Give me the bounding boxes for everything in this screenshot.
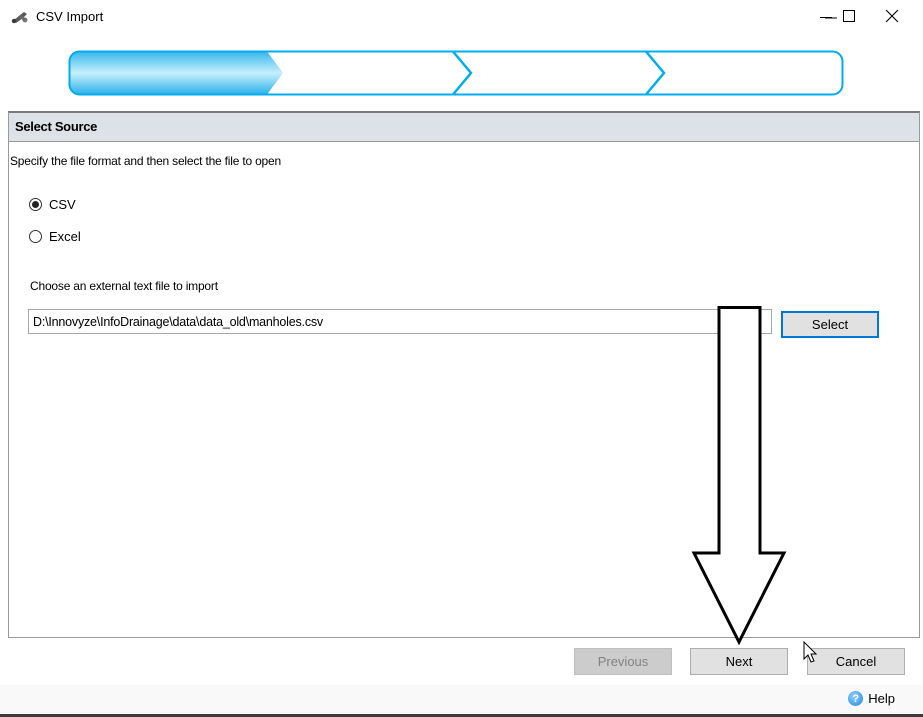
close-icon xyxy=(885,9,899,23)
wizard-step-divider-1 xyxy=(452,50,473,96)
maximize-button[interactable] xyxy=(826,0,872,32)
section-title: Select Source xyxy=(9,113,919,142)
help-link[interactable]: ? Help xyxy=(848,691,895,706)
next-button[interactable]: Next xyxy=(690,648,788,675)
wizard-step-divider-2 xyxy=(645,50,666,96)
help-label: Help xyxy=(868,691,895,706)
radio-excel[interactable]: Excel xyxy=(29,229,81,244)
file-path-input[interactable] xyxy=(28,309,772,334)
wizard-progress-stepper xyxy=(68,50,844,96)
file-chooser-label: Choose an external text file to import xyxy=(30,279,218,293)
select-source-panel: Select Source Specify the file format an… xyxy=(8,111,920,638)
select-file-button[interactable]: Select xyxy=(781,311,879,338)
wizard-step-1-active xyxy=(69,51,283,95)
help-bar: ? Help xyxy=(0,685,923,714)
radio-csv[interactable]: CSV xyxy=(29,197,76,212)
maximize-icon xyxy=(843,10,855,22)
radio-button-unchecked[interactable] xyxy=(29,230,42,243)
radio-csv-label: CSV xyxy=(49,197,76,212)
title-bar: CSV Import xyxy=(0,0,923,34)
close-button[interactable] xyxy=(869,0,915,32)
radio-excel-label: Excel xyxy=(49,229,81,244)
instructions-text: Specify the file format and then select … xyxy=(10,154,281,168)
radio-button-checked[interactable] xyxy=(29,198,42,211)
pipe-tee-icon xyxy=(11,12,28,24)
window-title: CSV Import xyxy=(36,9,104,24)
cancel-button[interactable]: Cancel xyxy=(807,648,905,675)
help-icon: ? xyxy=(848,691,864,706)
previous-button[interactable]: Previous xyxy=(574,648,672,675)
